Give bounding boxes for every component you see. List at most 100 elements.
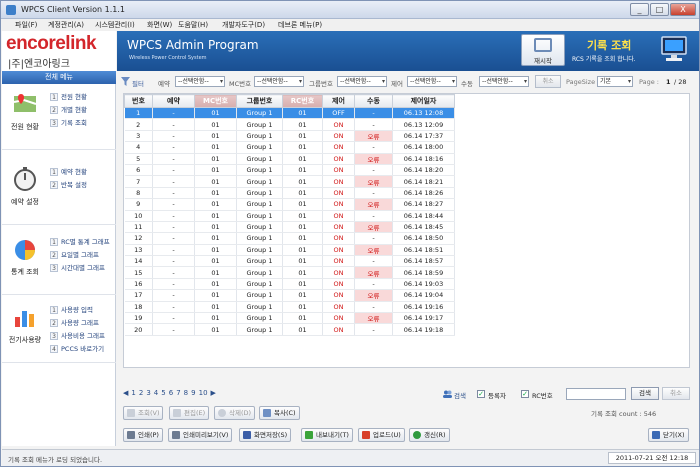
table-row[interactable]: 11-01 Group 1 01 ON 오류 06.14 18:45	[124, 221, 455, 234]
table-row[interactable]: 18-01 Group 1 01 ON -06.14 19:16	[124, 301, 455, 314]
sidebar-item[interactable]: 1 RC별 통계 그래프	[50, 236, 110, 246]
manual-select[interactable]: --선택안함--	[479, 76, 529, 87]
sidebar-item[interactable]: 1 예약 현황	[50, 166, 87, 176]
menu-item-0[interactable]: 파일(F)	[15, 20, 37, 30]
sidebar-item[interactable]: 2 요일별 그래프	[50, 249, 99, 259]
control-select[interactable]: --선택안함--	[407, 76, 457, 87]
upload-button[interactable]: 업로드(U)	[358, 428, 405, 442]
page-link[interactable]: 3	[146, 389, 150, 397]
sidebar-item[interactable]: 1 전원 현황	[50, 91, 87, 101]
column-header[interactable]: 수동	[354, 94, 393, 108]
sidebar-item[interactable]: 4 PCCS 바로가기	[50, 343, 104, 353]
table-row[interactable]: 13-01 Group 1 01 ON 오류 06.14 18:51	[124, 244, 455, 257]
next-page-button[interactable]: ▶	[211, 389, 216, 397]
sidebar-item[interactable]: 2 개별 현황	[50, 104, 87, 114]
page-link[interactable]: 9	[191, 389, 195, 397]
print-button[interactable]: 인쇄(P)	[123, 428, 163, 442]
table-cell: 17	[124, 289, 153, 302]
menu-item-4[interactable]: 도움말(H)	[178, 20, 208, 30]
export-button[interactable]: 내보내기(T)	[301, 428, 353, 442]
column-header[interactable]: 예약	[152, 94, 195, 108]
column-header[interactable]: 제어	[322, 94, 355, 108]
table-cell: -	[152, 187, 195, 200]
delete-button[interactable]: 삭제(D)	[214, 406, 256, 420]
column-header[interactable]: RC번호	[282, 94, 323, 108]
table-row[interactable]: 8-01 Group 1 01 ON -06.14 18:26	[124, 187, 455, 200]
reserve-select[interactable]: --선택안함--	[175, 76, 225, 87]
filter-cancel-button[interactable]: 취소	[535, 75, 561, 88]
table-row[interactable]: 2-01 Group 1 01 ON -06.13 12:09	[124, 118, 455, 131]
registrant-checkbox[interactable]: ✓	[477, 390, 485, 398]
sidebar-group-label[interactable]: 예약 설정	[4, 197, 46, 207]
column-header[interactable]: 그룹번호	[236, 94, 283, 108]
restart-button[interactable]: 재시작	[521, 34, 565, 66]
table-row[interactable]: 6-01 Group 1 01 ON -06.14 18:20	[124, 164, 455, 177]
sidebar-item[interactable]: 2 반복 설정	[50, 179, 87, 189]
table-row[interactable]: 16-01 Group 1 01 ON -06.14 19:03	[124, 278, 455, 291]
save-screen-button[interactable]: 화면저장(S)	[239, 428, 292, 442]
table-row[interactable]: 12-01 Group 1 01 ON -06.14 18:50	[124, 232, 455, 245]
column-header[interactable]: 제어일자	[392, 94, 455, 108]
menu-item-3[interactable]: 화면(W)	[147, 20, 172, 30]
page-link[interactable]: 5	[161, 389, 165, 397]
table-cell: ON	[322, 210, 355, 222]
page-link[interactable]: 2	[139, 389, 143, 397]
minimize-button[interactable]: _	[630, 3, 649, 16]
close-button[interactable]: 닫기(X)	[648, 428, 689, 442]
close-window-button[interactable]: X	[670, 3, 696, 16]
menu-item-1[interactable]: 계정관리(A)	[48, 20, 84, 30]
group-select[interactable]: --선택안함--	[337, 76, 387, 87]
table-row[interactable]: 3-01 Group 1 01 ON 오류 06.14 17:37	[124, 130, 455, 143]
table-cell: 오류	[354, 221, 393, 234]
edit-button[interactable]: 편집(E)	[169, 406, 210, 420]
table-row[interactable]: 4-01 Group 1 01 ON -06.14 18:00	[124, 141, 455, 154]
prev-page-button[interactable]: ◀	[123, 389, 128, 397]
rc-checkbox[interactable]: ✓	[521, 390, 529, 398]
sidebar-item[interactable]: 3 시간대별 그래프	[50, 262, 105, 272]
page-link[interactable]: 7	[176, 389, 180, 397]
sidebar-item[interactable]: 2 사용량 그래프	[50, 317, 99, 327]
table-cell: 01	[282, 175, 323, 188]
table-row[interactable]: 17-01 Group 1 01 ON 오류 06.14 19:04	[124, 289, 455, 302]
page-link[interactable]: 4	[154, 389, 158, 397]
page-link[interactable]: 10	[199, 389, 208, 397]
page-link[interactable]: 6	[169, 389, 173, 397]
sidebar-group-label[interactable]: 전원 현황	[4, 122, 46, 132]
table-cell: -	[152, 244, 195, 257]
table-cell: 01	[194, 278, 237, 291]
sidebar-item[interactable]: 3 사용비용 그래프	[50, 330, 105, 340]
menu-item-6[interactable]: 데브론 메뉴(P)	[278, 20, 322, 30]
sidebar-item[interactable]: 1 사용량 입력	[50, 304, 93, 314]
table-row[interactable]: 9-01 Group 1 01 ON 오류 06.14 18:27	[124, 198, 455, 211]
search-input[interactable]	[566, 388, 626, 400]
view-button[interactable]: 조회(V)	[123, 406, 164, 420]
table-row[interactable]: 19-01 Group 1 01 ON 오류 06.14 19:17	[124, 312, 455, 325]
column-header[interactable]: MC번호	[194, 94, 237, 108]
menu-item-5[interactable]: 개발자도구(D)	[222, 20, 265, 30]
copy-button[interactable]: 복사(C)	[259, 406, 300, 420]
menu-item-2[interactable]: 시스템관리(I)	[95, 20, 135, 30]
pagesize-select[interactable]: 기본	[597, 76, 633, 87]
table-row[interactable]: 20-01 Group 1 01 ON -06.14 19:18	[124, 323, 455, 336]
search-link[interactable]: 검색	[454, 390, 466, 400]
sidebar-item[interactable]: 3 기록 조회	[50, 117, 87, 127]
sidebar-item-number: 1	[50, 168, 58, 176]
sidebar-group-label[interactable]: 통계 조회	[4, 267, 46, 277]
search-cancel-button[interactable]: 취소	[662, 387, 690, 400]
table-cell: 오류	[354, 244, 393, 257]
table-row[interactable]: 15-01 Group 1 01 ON 오류 06.14 18:59	[124, 266, 455, 279]
refresh-button[interactable]: 갱신(R)	[409, 428, 450, 442]
table-row[interactable]: 10-01 Group 1 01 ON -06.14 18:44	[124, 210, 455, 222]
search-button[interactable]: 검색	[631, 387, 659, 400]
mc-select[interactable]: --선택안함--	[254, 76, 304, 87]
page-link[interactable]: 8	[184, 389, 188, 397]
print-preview-button[interactable]: 인쇄미리보기(V)	[168, 428, 233, 442]
table-row[interactable]: 14-01 Group 1 01 ON -06.14 18:57	[124, 255, 455, 268]
column-header[interactable]: 번호	[124, 94, 153, 108]
maximize-button[interactable]: □	[650, 3, 669, 16]
table-row[interactable]: 5-01 Group 1 01 ON 오류 06.14 18:16	[124, 153, 455, 165]
sidebar-group-label[interactable]: 전기사용량	[4, 335, 46, 345]
table-row[interactable]: 7-01 Group 1 01 ON 오류 06.14 18:21	[124, 175, 455, 188]
page-link[interactable]: 1	[131, 389, 135, 397]
table-row[interactable]: 1-01 Group 1 01 OFF -06.13 12:08	[124, 107, 455, 120]
